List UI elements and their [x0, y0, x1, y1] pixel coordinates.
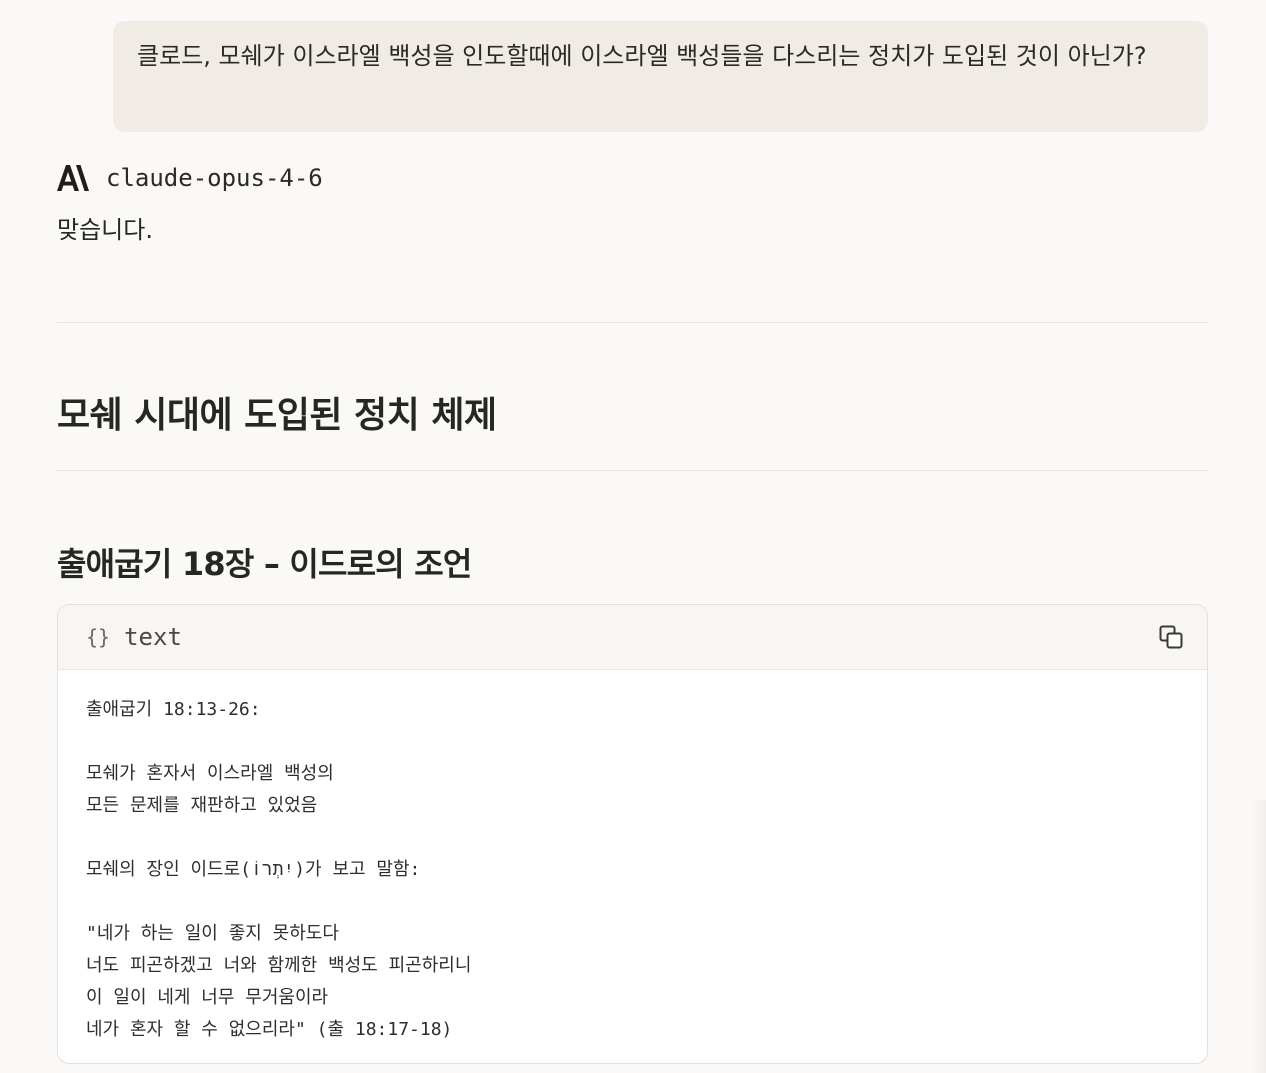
code-line: 모쉐의 장인 이드로(יִתְרוֹ)가 보고 말함:	[86, 859, 421, 880]
anthropic-logo-icon	[57, 165, 89, 191]
section-heading: 모쉐 시대에 도입된 정치 체제	[57, 395, 497, 436]
code-block-header: {} text	[58, 605, 1207, 670]
code-line: 모든 문제를 재판하고 있었음	[86, 795, 318, 816]
assistant-header: claude-opus-4-6	[57, 160, 323, 196]
code-block: {} text 출애굽기 18:13-26: 모쉐가 혼자서 이스라엘 백성의 …	[57, 604, 1208, 1064]
code-line: 너도 피곤하겠고 너와 함께한 백성도 피곤하리니	[86, 955, 472, 976]
code-language-icon: {}	[86, 625, 111, 649]
divider	[57, 470, 1208, 471]
code-line: 네가 혼자 할 수 없으리라" (출 18:17-18)	[86, 1019, 453, 1040]
code-line: 모쉐가 혼자서 이스라엘 백성의	[86, 763, 334, 784]
code-line: 출애굽기 18:13-26:	[86, 699, 261, 720]
code-line: 이 일이 네게 너무 무거움이라	[86, 987, 329, 1008]
scroll-edge-shadow	[1250, 800, 1266, 1073]
user-message-bubble: 클로드, 모쉐가 이스라엘 백성을 인도할때에 이스라엘 백성들을 다스리는 정…	[113, 21, 1208, 132]
user-message-text: 클로드, 모쉐가 이스라엘 백성을 인도할때에 이스라엘 백성들을 다스리는 정…	[137, 42, 1147, 70]
assistant-intro-text: 맞습니다.	[57, 216, 153, 244]
subsection-heading: 출애굽기 18장 – 이드로의 조언	[57, 545, 472, 583]
divider	[57, 322, 1208, 323]
code-language-label: text	[124, 623, 182, 651]
copy-icon[interactable]	[1157, 623, 1185, 651]
code-content: 출애굽기 18:13-26: 모쉐가 혼자서 이스라엘 백성의 모든 문제를 재…	[58, 670, 1207, 1063]
model-name: claude-opus-4-6	[106, 164, 323, 192]
code-line: "네가 하는 일이 좋지 못하도다	[86, 923, 339, 944]
